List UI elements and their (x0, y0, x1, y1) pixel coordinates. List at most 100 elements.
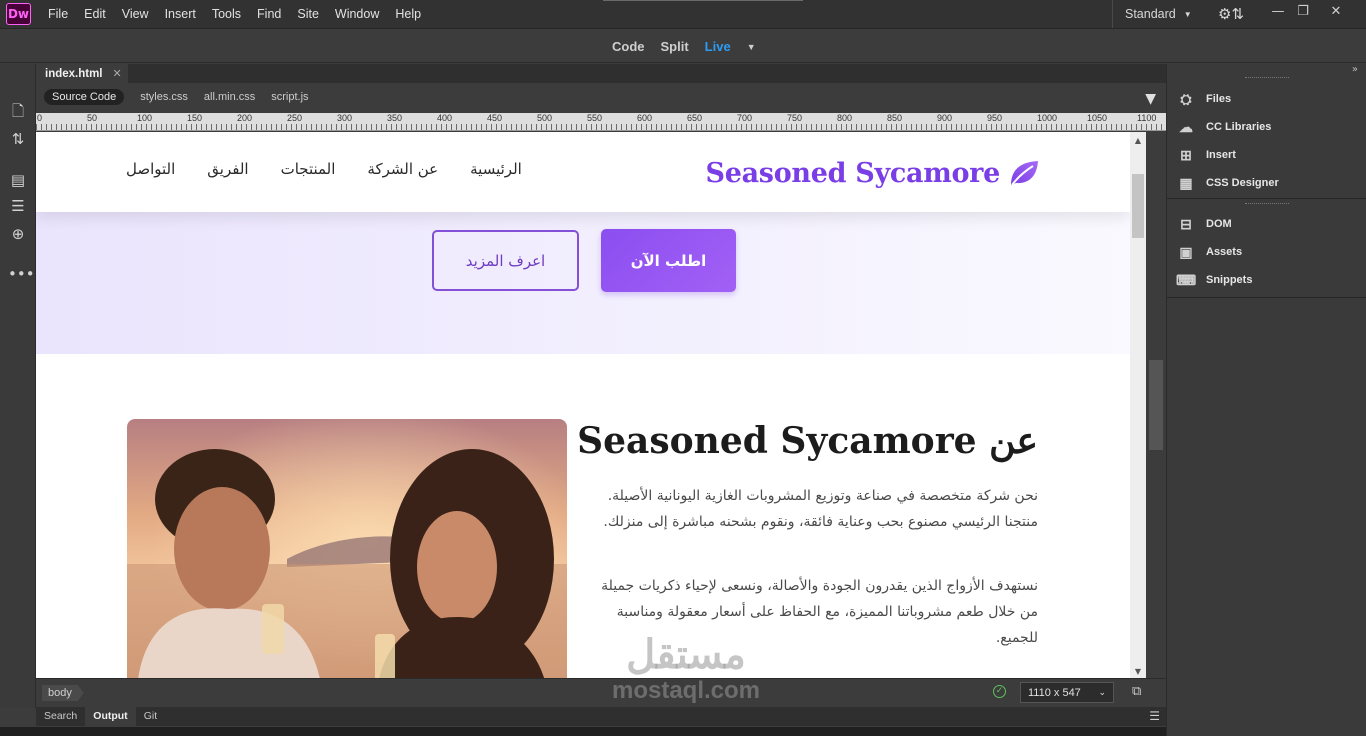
ruler-label: 50 (87, 113, 98, 123)
nav-contact[interactable]: التواصل (126, 160, 175, 178)
nav-about[interactable]: عن الشركة (367, 160, 438, 178)
panel-grip[interactable] (1245, 203, 1289, 205)
ruler-label: 500 (537, 113, 553, 123)
hero-section: اطلب الآن اعرف المزيد (36, 212, 1130, 354)
document-tab[interactable]: index.html ✕ (36, 64, 128, 83)
menu-find[interactable]: Find (249, 7, 289, 21)
inspect-icon[interactable]: ▤ (8, 170, 28, 190)
scroll-down-icon[interactable]: ▼ (1132, 667, 1144, 676)
related-file-all-min[interactable]: all.min.css (204, 89, 255, 105)
panel-group-2: ⊟ DOM ▣ Assets ⌨ Snippets (1167, 200, 1366, 298)
nav-home[interactable]: الرئيسية (470, 160, 522, 178)
menu-file[interactable]: File (40, 7, 76, 21)
menu-icon[interactable]: ☰ (1149, 709, 1160, 723)
panel-cc-libraries[interactable]: ☁ CC Libraries (1176, 116, 1271, 138)
live-view-canvas[interactable]: الرئيسية عن الشركة المنتجات الفريق التوا… (36, 132, 1130, 678)
ruler-label: 700 (737, 113, 753, 123)
title-divider (603, 0, 803, 1)
chevron-down-icon: ⌄ (1098, 687, 1106, 697)
new-file-icon[interactable]: 🗋 (8, 101, 28, 121)
ruler-label: 150 (187, 113, 203, 123)
panel-css-designer-label: CSS Designer (1206, 177, 1279, 189)
menu-help[interactable]: Help (387, 7, 429, 21)
ruler-label: 0 (37, 113, 43, 123)
preview-icon[interactable]: ⧉ (1132, 684, 1152, 702)
panel-css-designer[interactable]: ▦ CSS Designer (1176, 172, 1279, 194)
more-icon[interactable]: ••• (8, 264, 35, 284)
tab-output[interactable]: Output (85, 707, 136, 726)
dom-icon: ⊟ (1180, 216, 1192, 232)
panel-resize-handle[interactable] (1146, 132, 1166, 678)
scroll-up-icon[interactable]: ▲ (1132, 136, 1144, 145)
ruler-label: 350 (387, 113, 403, 123)
ruler-label: 1100 (1137, 113, 1157, 123)
tab-git[interactable]: Git (136, 707, 165, 726)
related-files: Source Code styles.css all.min.css scrip… (44, 89, 309, 105)
code-view-button[interactable]: Code (612, 39, 645, 54)
right-panel-dock: » ⛭ Files ☁ CC Libraries ⊞ Insert ▦ CSS … (1166, 64, 1366, 736)
panel-snippets-label: Snippets (1206, 274, 1253, 286)
close-icon[interactable]: ✕ (113, 67, 122, 80)
menu-tools[interactable]: Tools (204, 7, 249, 21)
panel-grip[interactable] (1245, 77, 1289, 79)
ruler-label: 600 (637, 113, 653, 123)
learn-more-button[interactable]: اعرف المزيد (432, 230, 579, 291)
ruler-label: 200 (237, 113, 253, 123)
live-view-scrollbar[interactable]: ▲ ▼ (1130, 132, 1146, 678)
workspace-switcher[interactable]: Standard ▼ (1112, 0, 1200, 28)
format-icon[interactable]: ☰ (8, 196, 28, 216)
split-view-button[interactable]: Split (661, 39, 689, 54)
leaf-icon (1011, 161, 1038, 186)
live-view-button[interactable]: Live (705, 39, 731, 54)
chevron-down-icon[interactable]: ▼ (747, 42, 756, 52)
chevron-down-icon: ▼ (1183, 9, 1192, 19)
ruler-label: 450 (487, 113, 503, 123)
related-file-script[interactable]: script.js (271, 89, 308, 105)
restore-icon[interactable]: ❐ (1291, 2, 1315, 22)
related-file-styles[interactable]: styles.css (140, 89, 188, 105)
check-icon[interactable]: ✓ (993, 685, 1006, 698)
ruler-label: 900 (937, 113, 953, 123)
menu-window[interactable]: Window (327, 7, 387, 21)
panel-insert-label: Insert (1206, 149, 1236, 161)
panel-files[interactable]: ⛭ Files (1176, 88, 1231, 110)
scrollbar-thumb[interactable] (1132, 174, 1144, 238)
window-size-select[interactable]: 1110 x 547 ⌄ (1020, 682, 1114, 703)
tab-search[interactable]: Search (36, 707, 85, 726)
files-icon: ⛭ (1180, 91, 1192, 107)
ruler-label: 100 (137, 113, 153, 123)
menu-insert[interactable]: Insert (157, 7, 204, 21)
filter-icon[interactable]: ▼ (1145, 91, 1156, 107)
nav-team[interactable]: الفريق (207, 160, 248, 178)
window-size-value: 1110 x 547 (1028, 686, 1081, 699)
ruler-label: 400 (437, 113, 453, 123)
taskbar-strip (0, 727, 1366, 736)
sync-settings-icon[interactable]: ⚙⇅ (1218, 5, 1244, 23)
bottom-panel-tabs: Search Output Git ☰ (36, 707, 1166, 726)
ruler-label: 750 (787, 113, 803, 123)
minimize-icon[interactable]: — (1266, 2, 1290, 22)
panel-snippets[interactable]: ⌨ Snippets (1176, 269, 1252, 291)
related-file-source-code[interactable]: Source Code (44, 89, 125, 105)
panel-assets[interactable]: ▣ Assets (1176, 241, 1242, 263)
sort-icon[interactable]: ⇅ (8, 129, 28, 149)
left-toolbar: 🗋 ⇅ ▤ ☰ ⊕ ••• (0, 64, 36, 708)
site-brand[interactable]: Seasoned Sycamore (706, 150, 1040, 196)
panel-dom[interactable]: ⊟ DOM (1176, 213, 1232, 235)
nav-products[interactable]: المنتجات (281, 160, 336, 178)
menu-site[interactable]: Site (289, 7, 327, 21)
ruler-label: 550 (587, 113, 603, 123)
menu-bar: Dw File Edit View Insert Tools Find Site… (0, 0, 1366, 29)
menu-edit[interactable]: Edit (76, 7, 114, 21)
ruler-label: 650 (687, 113, 703, 123)
tag-selector-body[interactable]: body (42, 685, 84, 701)
panel-dom-label: DOM (1206, 218, 1232, 230)
target-icon[interactable]: ⊕ (8, 224, 28, 244)
ruler-label: 1000 (1037, 113, 1058, 123)
main-menu: File Edit View Insert Tools Find Site Wi… (40, 0, 429, 28)
close-icon[interactable]: ✕ (1324, 2, 1348, 22)
order-now-button[interactable]: اطلب الآن (601, 229, 736, 292)
panel-insert[interactable]: ⊞ Insert (1176, 144, 1236, 166)
resize-grip[interactable] (1149, 360, 1163, 450)
menu-view[interactable]: View (114, 7, 157, 21)
